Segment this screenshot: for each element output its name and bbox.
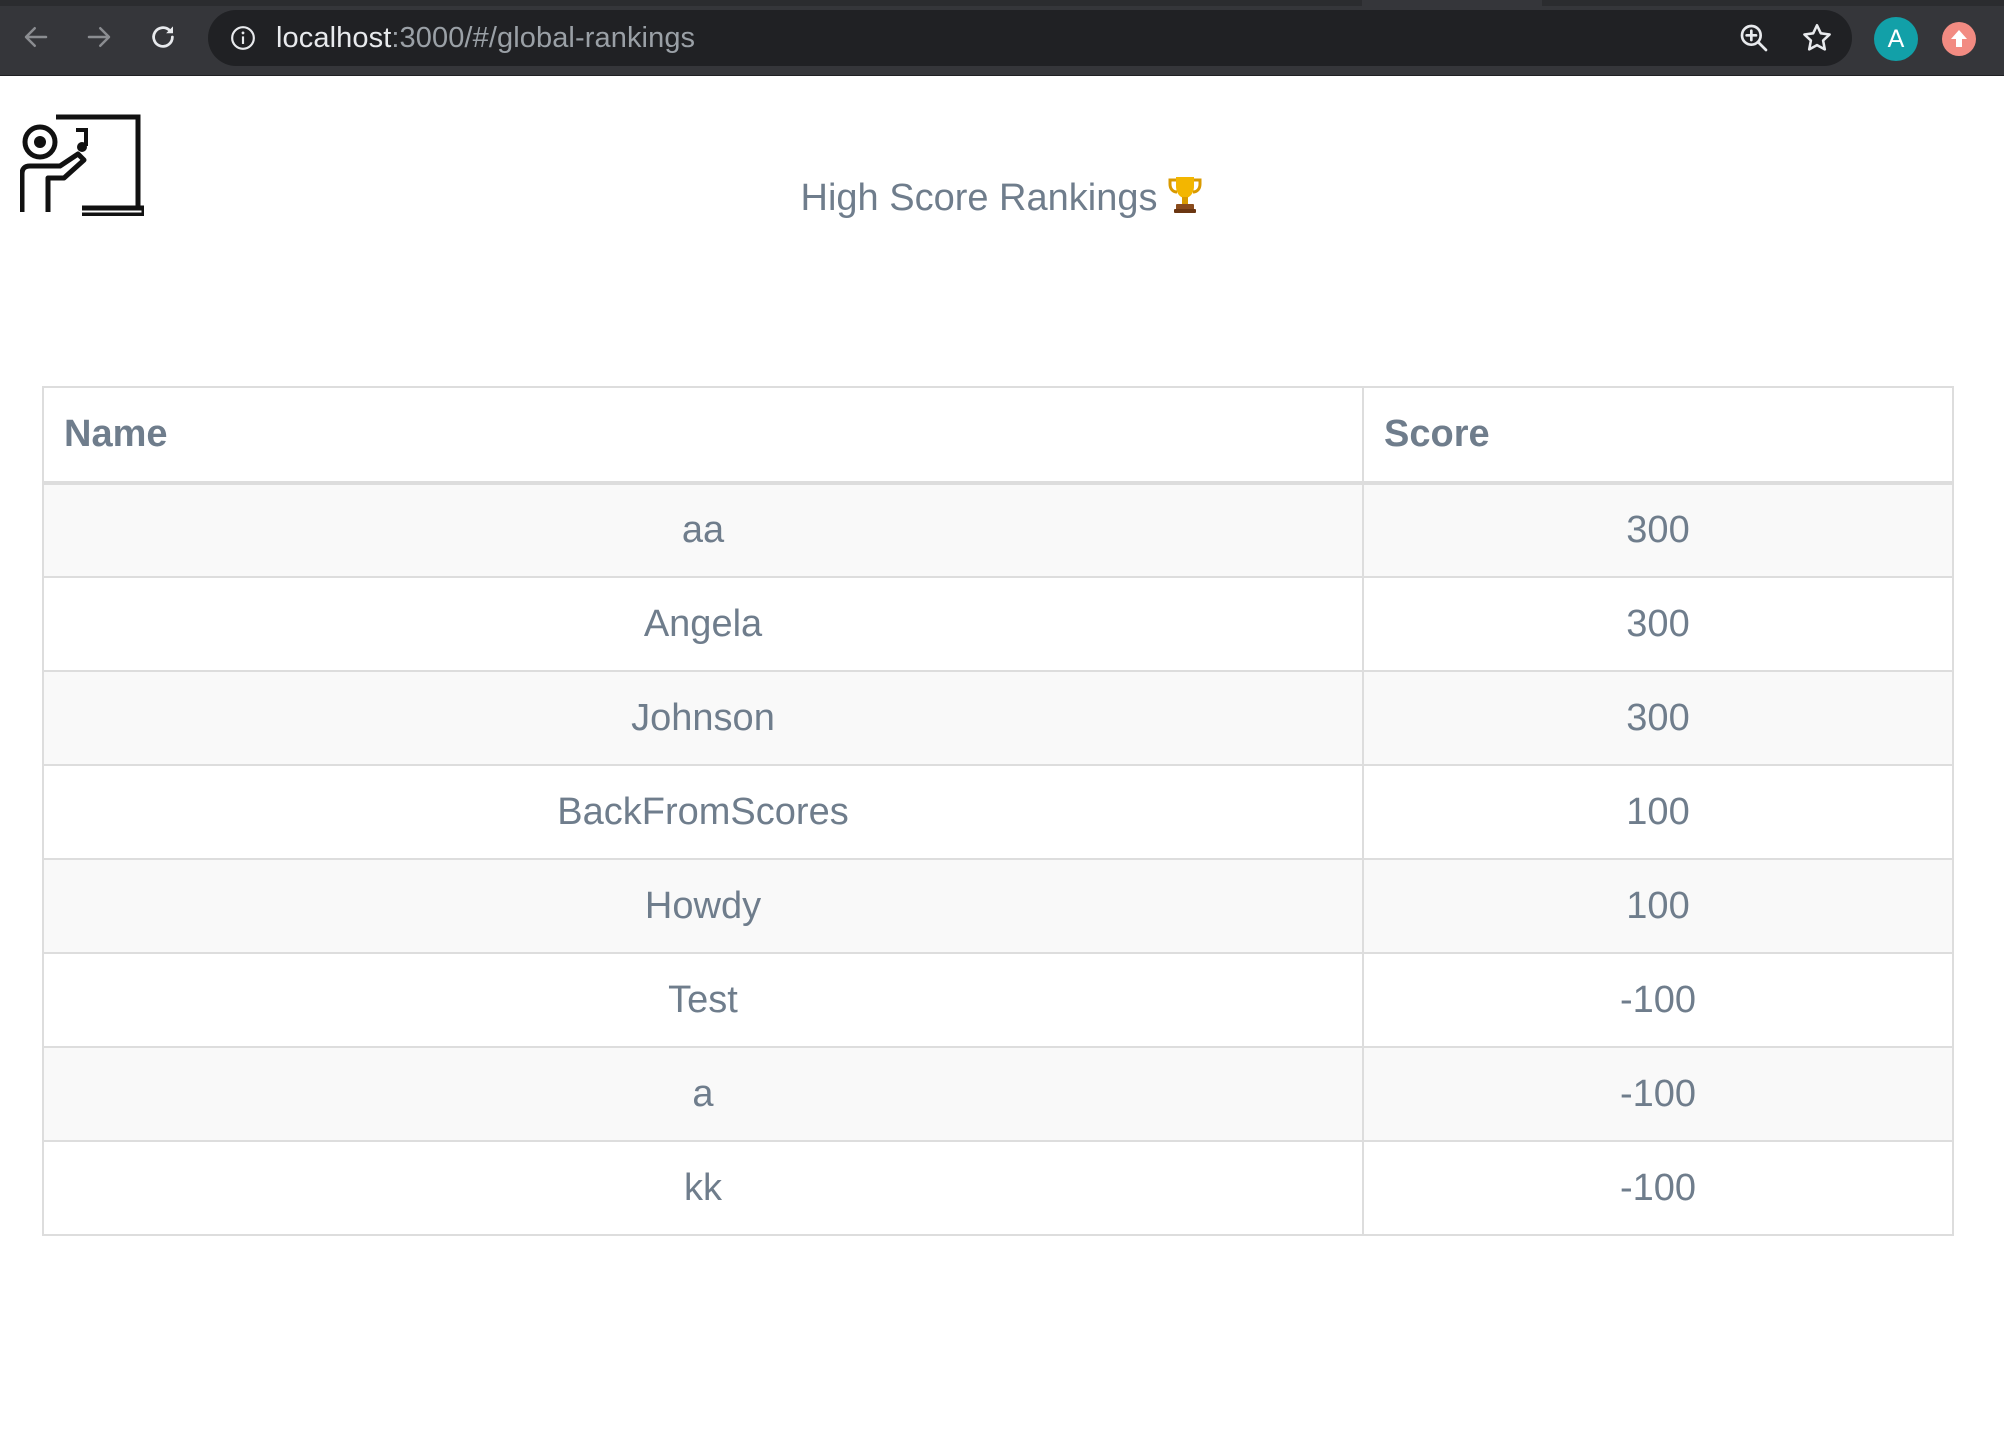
table-row: kk -100	[42, 1140, 1954, 1236]
page-title: High Score Rankings	[0, 174, 2004, 220]
table-row: BackFromScores 100	[42, 764, 1954, 860]
browser-toolbar: localhost:3000/#/global-rankings A	[0, 0, 2004, 76]
address-bar[interactable]: localhost:3000/#/global-rankings	[208, 10, 1852, 66]
cell-score: 100	[1362, 764, 1954, 860]
column-header-name[interactable]: Name	[42, 386, 1364, 485]
cell-score: -100	[1362, 1046, 1954, 1142]
table-row: Angela 300	[42, 576, 1954, 672]
rankings-table: Name Score aa 300 Angela 300 Johnson 300 BackF…	[42, 386, 1954, 1236]
cell-score: 300	[1362, 482, 1954, 578]
back-arrow-icon	[24, 27, 48, 47]
cell-name: Johnson	[42, 670, 1364, 766]
cell-name: kk	[42, 1140, 1364, 1236]
cell-score: -100	[1362, 952, 1954, 1048]
url-path: :3000/#/global-rankings	[391, 22, 696, 54]
url-host: localhost	[276, 22, 392, 54]
trophy-icon	[1168, 177, 1202, 213]
update-icon	[1951, 30, 1967, 47]
back-button[interactable]	[15, 16, 57, 58]
cell-name: Angela	[42, 576, 1364, 672]
page-content: High Score Rankings Name Score aa 300 Ange…	[0, 76, 2004, 1432]
active-tab[interactable]	[1362, 0, 1542, 6]
table-header-row: Name Score	[42, 386, 1954, 485]
table-row: a -100	[42, 1046, 1954, 1142]
tab-strip	[0, 0, 2004, 6]
zoom-icon[interactable]	[1738, 22, 1770, 54]
cell-score: 300	[1362, 576, 1954, 672]
cell-name: BackFromScores	[42, 764, 1364, 860]
cell-name: Howdy	[42, 858, 1364, 954]
cell-name: Test	[42, 952, 1364, 1048]
forward-button[interactable]	[78, 16, 120, 58]
info-icon[interactable]	[230, 25, 256, 51]
reload-icon	[152, 26, 174, 48]
table-row: Test -100	[42, 952, 1954, 1048]
column-header-score[interactable]: Score	[1362, 386, 1954, 485]
reload-button[interactable]	[142, 16, 184, 58]
table-row: Howdy 100	[42, 858, 1954, 954]
page-title-text: High Score Rankings	[800, 177, 1158, 219]
profile-avatar[interactable]: A	[1874, 17, 1918, 61]
cell-score: 300	[1362, 670, 1954, 766]
cell-score: 100	[1362, 858, 1954, 954]
update-button[interactable]	[1942, 22, 1976, 56]
star-icon[interactable]	[1800, 21, 1834, 55]
cell-name: aa	[42, 482, 1364, 578]
cell-score: -100	[1362, 1140, 1954, 1236]
cell-name: a	[42, 1046, 1364, 1142]
forward-arrow-icon	[87, 27, 111, 47]
table-row: aa 300	[42, 482, 1954, 578]
table-row: Johnson 300	[42, 670, 1954, 766]
url-text[interactable]: localhost:3000/#/global-rankings	[276, 10, 695, 66]
